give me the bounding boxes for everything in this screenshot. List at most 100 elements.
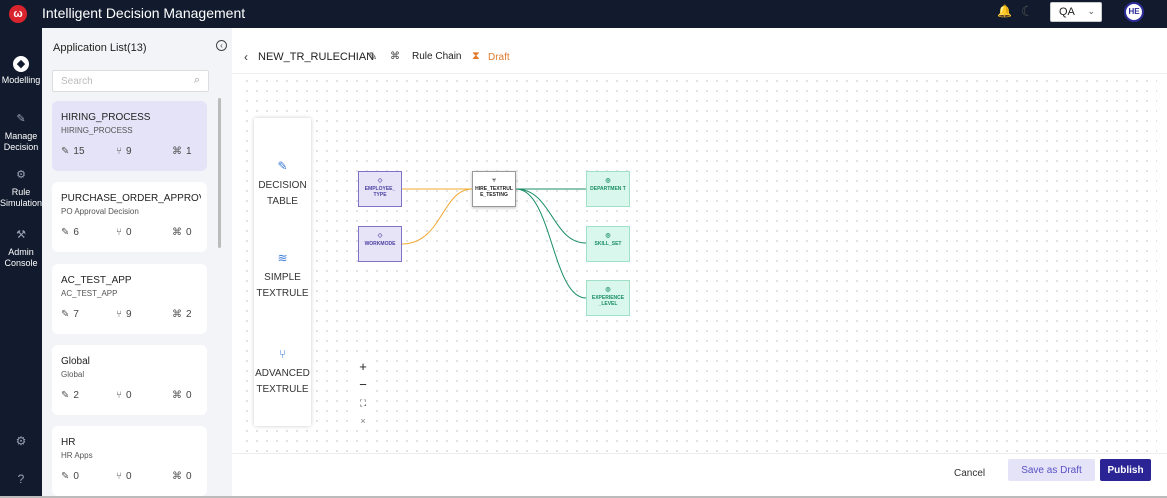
app-name: PURCHASE_ORDER_APPROV...	[61, 193, 201, 204]
top-bar: ω Intelligent Decision Management 🔔 ☾ QA…	[0, 0, 1167, 28]
output-icon: ◎	[605, 233, 611, 239]
palette-decision-table[interactable]: ✎ DECISION TABLE	[254, 158, 311, 210]
table-icon: ✎	[61, 471, 70, 482]
nav-label: Rule Simulation	[0, 187, 43, 208]
chain-count: ⌘ 2	[172, 309, 192, 320]
rule-icon: ⑂	[492, 178, 496, 184]
editor-footer: Cancel Save as Draft Publish	[232, 453, 1167, 498]
table-count: ✎ 15	[61, 146, 85, 157]
settings-icon[interactable]: ⚙	[0, 434, 42, 448]
nav-label: Admin Console	[4, 247, 38, 268]
node-skill-set[interactable]: ◎ SKILL_SET	[586, 226, 630, 262]
chain-icon: ⌘	[172, 471, 182, 482]
avatar[interactable]: HE	[1124, 2, 1144, 22]
output-icon: ◎	[605, 178, 611, 184]
edge-workmode	[401, 188, 473, 245]
edge-experience	[515, 188, 587, 299]
app-logo: ω	[9, 5, 27, 23]
simulation-icon: ⚙	[16, 169, 26, 181]
cube-icon: ◆	[13, 56, 29, 72]
moon-icon[interactable]: ☾	[1021, 3, 1034, 20]
chevron-down-icon: ⌄	[1087, 6, 1095, 16]
fit-view-icon[interactable]: ⛶	[354, 394, 372, 412]
flow-icon: ⑂	[116, 471, 122, 482]
nav-item-rule-simulation[interactable]: ⚙ Rule Simulation	[0, 170, 42, 209]
search-input[interactable]: Search ⌕	[52, 70, 209, 92]
chain-count: ⌘ 1	[172, 146, 192, 157]
node-hire-textrule[interactable]: ⑂ HIRE_TEXTRUL E_TESTING	[472, 171, 516, 207]
app-card[interactable]: PURCHASE_ORDER_APPROV... PO Approval Dec…	[52, 182, 207, 252]
node-palette: ✎ DECISION TABLE ≋ SIMPLE TEXTRULE ⑂ ADVANCED…	[254, 118, 311, 426]
close-icon[interactable]: ×	[354, 412, 372, 430]
nav-label: Manage Decision	[3, 131, 39, 152]
app-subtitle: PO Approval Decision	[61, 207, 139, 216]
table-icon: ✎	[61, 309, 70, 320]
flow-icon: ⑂	[116, 390, 122, 401]
search-icon: ⌕	[193, 74, 200, 86]
scrollbar[interactable]	[218, 98, 221, 248]
flow-icon: ⑂	[116, 309, 122, 320]
node-department[interactable]: ◎ DEPARTMEN T	[586, 171, 630, 207]
app-name: AC_TEST_APP	[61, 275, 132, 286]
bell-icon[interactable]: 🔔	[997, 4, 1012, 18]
search-placeholder: Search	[61, 76, 93, 87]
table-count: ✎ 2	[61, 390, 79, 401]
zoom-controls: + − ⛶ ×	[354, 358, 372, 430]
publish-button[interactable]: Publish	[1100, 459, 1151, 481]
output-icon: ◎	[605, 287, 611, 293]
chain-icon: ⌘	[172, 146, 182, 157]
edit-icon: ✎	[16, 113, 26, 125]
input-icon: ◇	[377, 233, 383, 239]
app-card[interactable]: Global Global ✎ 2 ⑂ 0 ⌘ 0	[52, 345, 207, 415]
zoom-out-icon[interactable]: −	[354, 376, 372, 394]
table-icon: ✎	[61, 227, 70, 238]
app-card[interactable]: HIRING_PROCESS HIRING_PROCESS ✎ 15 ⑂ 9 ⌘ 1	[52, 101, 207, 171]
chain-icon: ⌘	[172, 390, 182, 401]
environment-select[interactable]: QA ⌄	[1050, 2, 1102, 22]
app-name: HR	[61, 437, 76, 448]
collapse-panel-icon[interactable]: ‹	[216, 40, 227, 51]
help-icon[interactable]: ?	[0, 472, 42, 486]
zoom-in-icon[interactable]: +	[354, 358, 372, 376]
flow-icon: ⑂	[116, 146, 122, 157]
app-card[interactable]: HR HR Apps ✎ 0 ⑂ 0 ⌘ 0	[52, 426, 207, 496]
flow-icon: ⑂	[278, 347, 287, 361]
chain-count: ⌘ 0	[172, 471, 192, 482]
cancel-button[interactable]: Cancel	[954, 468, 985, 479]
nav-label: Modelling	[1, 75, 41, 85]
app-subtitle: AC_TEST_APP	[61, 289, 118, 298]
flow-count: ⑂ 0	[116, 227, 132, 238]
node-workmode[interactable]: ◇ WORKMODE	[358, 226, 402, 262]
palette-simple-textrule[interactable]: ≋ SIMPLE TEXTRULE	[254, 250, 311, 302]
nav-item-admin-console[interactable]: ⚒ Admin Console	[0, 230, 42, 269]
node-experience-level[interactable]: ◎ EXPERIENCE _LEVEL	[586, 280, 630, 316]
node-employee-type[interactable]: ◇ EMPLOYEE_ TYPE	[358, 171, 402, 207]
nav-item-modelling[interactable]: ◆ Modelling	[0, 56, 42, 86]
app-title: Intelligent Decision Management	[42, 5, 246, 21]
app-card[interactable]: AC_TEST_APP AC_TEST_APP ✎ 7 ⑂ 9 ⌘ 2	[52, 264, 207, 334]
app-subtitle: Global	[61, 370, 85, 379]
app-name: Global	[61, 356, 90, 367]
edge-skill-set	[515, 188, 587, 244]
decision-table-icon: ✎	[277, 159, 288, 173]
chain-icon: ⌘	[172, 227, 182, 238]
table-count: ✎ 0	[61, 471, 79, 482]
table-count: ✎ 7	[61, 309, 79, 320]
rule-chain-editor: ‹ NEW_TR_RULECHIAN ✎ ⌘ Rule Chain ⧗ Draf…	[232, 28, 1167, 498]
input-icon: ◇	[377, 178, 383, 184]
flow-count: ⑂ 9	[116, 309, 132, 320]
layers-icon: ≋	[277, 251, 288, 265]
nav-item-manage-decision[interactable]: ✎ Manage Decision	[0, 114, 42, 153]
app-subtitle: HIRING_PROCESS	[61, 126, 133, 135]
app-subtitle: HR Apps	[61, 451, 93, 460]
app-name: HIRING_PROCESS	[61, 112, 151, 123]
edges	[401, 188, 587, 299]
admin-icon: ⚒	[16, 229, 26, 241]
environment-value: QA	[1059, 6, 1075, 18]
table-count: ✎ 6	[61, 227, 79, 238]
chain-icon: ⌘	[172, 309, 182, 320]
flow-count: ⑂ 0	[116, 471, 132, 482]
palette-advanced-textrule[interactable]: ⑂ ADVANCED TEXTRULE	[254, 346, 311, 398]
chain-count: ⌘ 0	[172, 227, 192, 238]
save-draft-button[interactable]: Save as Draft	[1008, 459, 1095, 481]
